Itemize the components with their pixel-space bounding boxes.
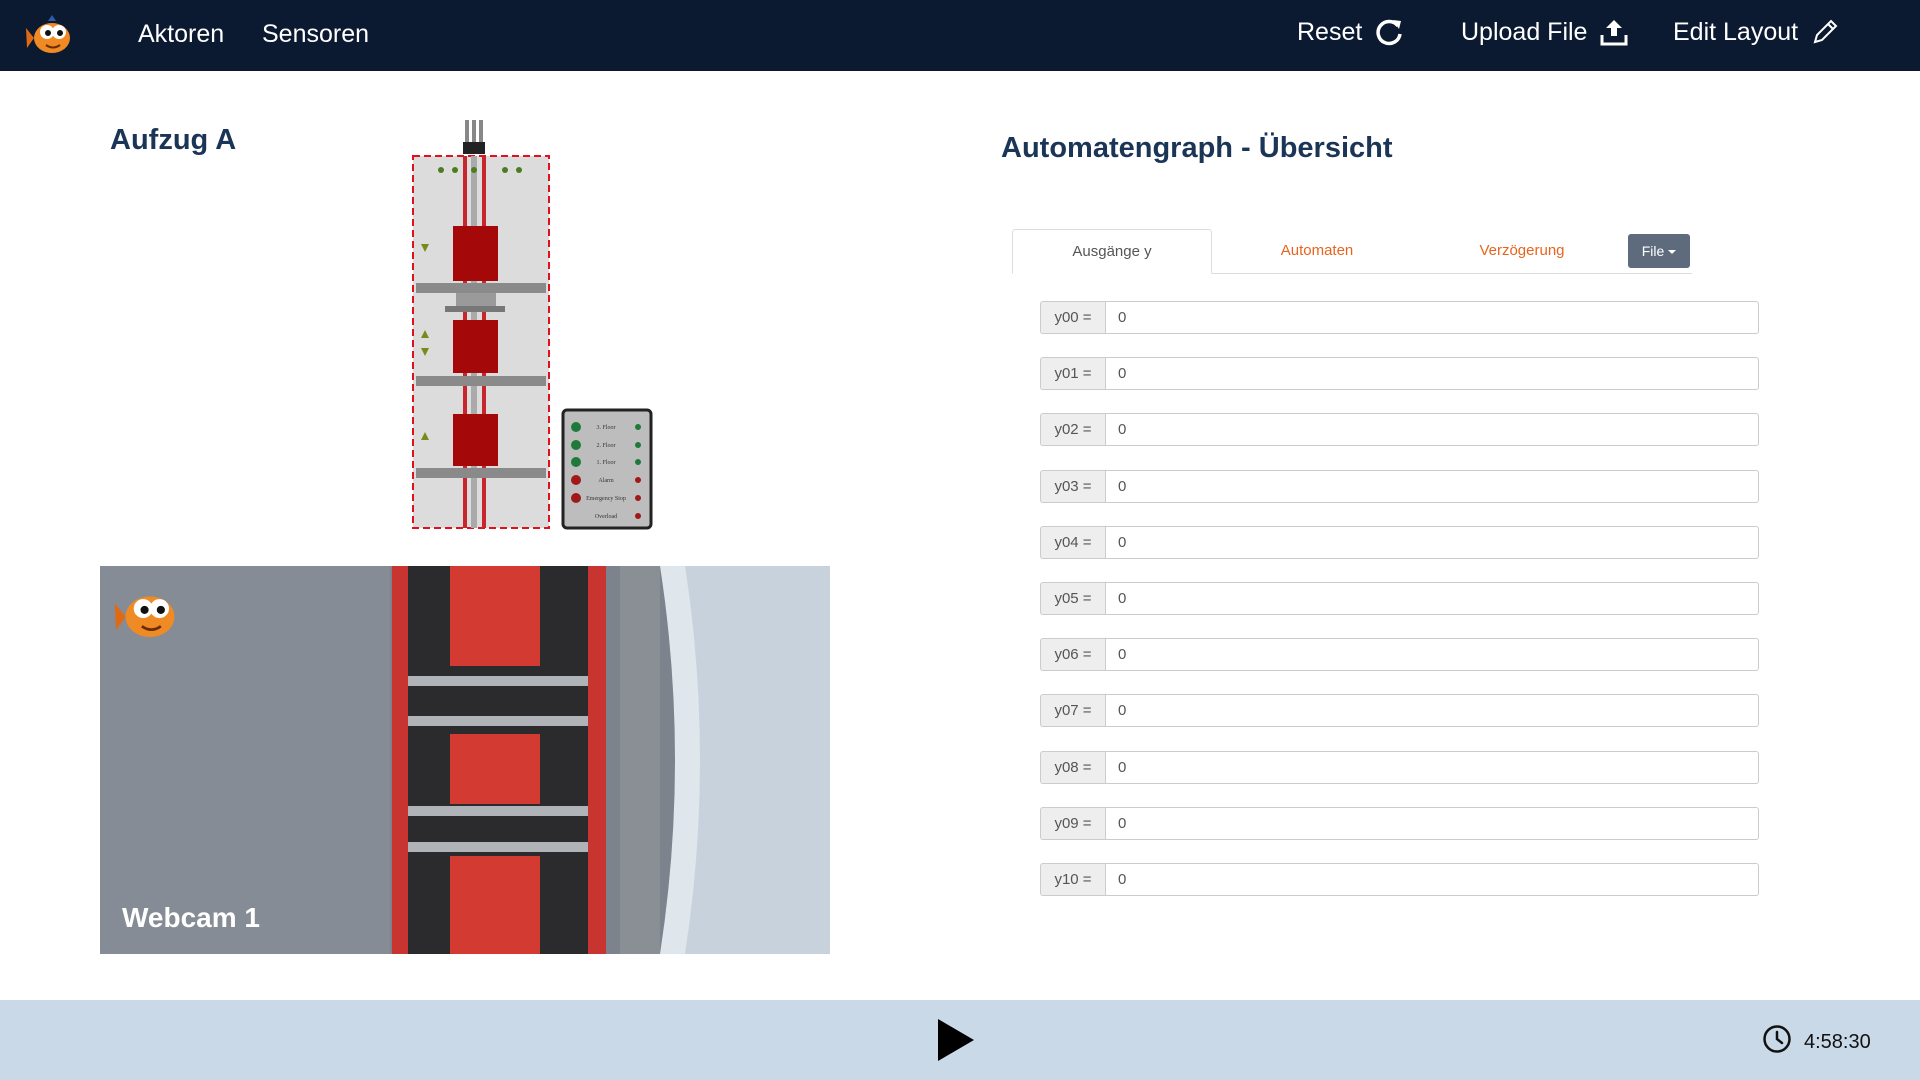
- tab-verzoegerung[interactable]: Verzögerung: [1432, 229, 1612, 272]
- reset-label: Reset: [1297, 17, 1363, 46]
- upload-icon: [1599, 17, 1629, 47]
- output-label: y06 =: [1040, 638, 1105, 672]
- output-label: y05 =: [1040, 581, 1105, 615]
- elevator-title: Aufzug A: [110, 124, 237, 156]
- output-row: y02 =: [1040, 413, 1759, 447]
- output-label: y01 =: [1040, 357, 1105, 391]
- output-label: y04 =: [1040, 525, 1105, 559]
- tab-ausgaenge[interactable]: Ausgänge y: [1012, 229, 1212, 274]
- output-row: y03 =: [1040, 469, 1759, 503]
- output-row: y09 =: [1040, 806, 1759, 840]
- panel-label-emergency-stop: Emergency Stop: [586, 496, 626, 502]
- automaton-graph-title: Automatengraph - Übersicht: [1001, 132, 1393, 164]
- output-row: y05 =: [1040, 581, 1759, 615]
- output-label: y08 =: [1040, 750, 1105, 784]
- play-icon: [934, 1019, 978, 1067]
- upload-label: Upload File: [1461, 17, 1588, 46]
- webcam-fish-logo-icon: [112, 576, 188, 657]
- output-label: y09 =: [1040, 806, 1105, 840]
- output-label: y03 =: [1040, 469, 1105, 503]
- nav-sensoren[interactable]: Sensoren: [262, 20, 369, 49]
- output-row: y06 =: [1040, 638, 1759, 672]
- output-row: y08 =: [1040, 750, 1759, 784]
- output-label: y00 =: [1040, 301, 1105, 334]
- panel-label-alarm: Alarm: [598, 478, 614, 484]
- output-label: y02 =: [1040, 413, 1105, 447]
- output-input[interactable]: [1105, 862, 1759, 896]
- panel-label-1st-floor: 1. Floor: [596, 460, 615, 466]
- top-navbar: Aktoren Sensoren Reset Upload File Edit …: [0, 0, 1920, 71]
- panel-label-overload: Overload: [595, 514, 617, 520]
- output-input[interactable]: [1105, 806, 1759, 840]
- outputs-list: y00 = y01 = y02 = y03 = y04 = y05 = y06 …: [1040, 301, 1759, 919]
- panel-label-3rd-floor: 3. Floor: [596, 425, 615, 431]
- output-input[interactable]: [1105, 638, 1759, 672]
- output-row: y00 =: [1040, 301, 1759, 334]
- output-input[interactable]: [1105, 413, 1759, 447]
- file-dropdown-button[interactable]: File: [1628, 234, 1690, 268]
- timer-text: 4:58:30: [1804, 1030, 1871, 1053]
- output-input[interactable]: [1105, 581, 1759, 615]
- output-input[interactable]: [1105, 301, 1759, 334]
- refresh-icon: [1374, 17, 1404, 47]
- edit-layout-button[interactable]: Edit Layout: [1673, 17, 1840, 47]
- nav-aktoren[interactable]: Aktoren: [138, 20, 224, 49]
- file-button-label: File: [1641, 243, 1665, 259]
- upload-file-button[interactable]: Upload File: [1461, 17, 1629, 47]
- output-input[interactable]: [1105, 357, 1759, 391]
- output-input[interactable]: [1105, 469, 1759, 503]
- fish-logo-icon[interactable]: [24, 8, 80, 64]
- reset-button[interactable]: Reset: [1297, 17, 1404, 47]
- bottom-control-bar: 4:58:30: [0, 1000, 1920, 1080]
- webcam-label: Webcam 1: [122, 902, 260, 933]
- output-row: y01 =: [1040, 357, 1759, 391]
- output-input[interactable]: [1105, 750, 1759, 784]
- output-input[interactable]: [1105, 694, 1759, 728]
- panel-label-2nd-floor: 2. Floor: [596, 443, 615, 449]
- chevron-down-icon: [1668, 250, 1677, 254]
- output-row: y10 =: [1040, 862, 1759, 896]
- output-row: y07 =: [1040, 694, 1759, 728]
- clock-icon: [1762, 1024, 1792, 1060]
- pencil-icon: [1810, 17, 1840, 47]
- output-label: y07 =: [1040, 694, 1105, 728]
- elevator-diagram: 3. Floor 2. Floor 1. Floor Alarm Emergen…: [408, 118, 658, 535]
- edit-layout-label: Edit Layout: [1673, 17, 1799, 46]
- tab-automaten[interactable]: Automaten: [1232, 229, 1402, 272]
- output-input[interactable]: [1105, 525, 1759, 559]
- output-row: y04 =: [1040, 525, 1759, 559]
- webcam-view: Webcam 1: [100, 566, 830, 954]
- session-timer: 4:58:30: [1762, 1024, 1871, 1060]
- output-label: y10 =: [1040, 862, 1105, 896]
- tab-bar: Ausgänge y Automaten Verzögerung: [1012, 229, 1692, 274]
- play-button[interactable]: [934, 1017, 978, 1068]
